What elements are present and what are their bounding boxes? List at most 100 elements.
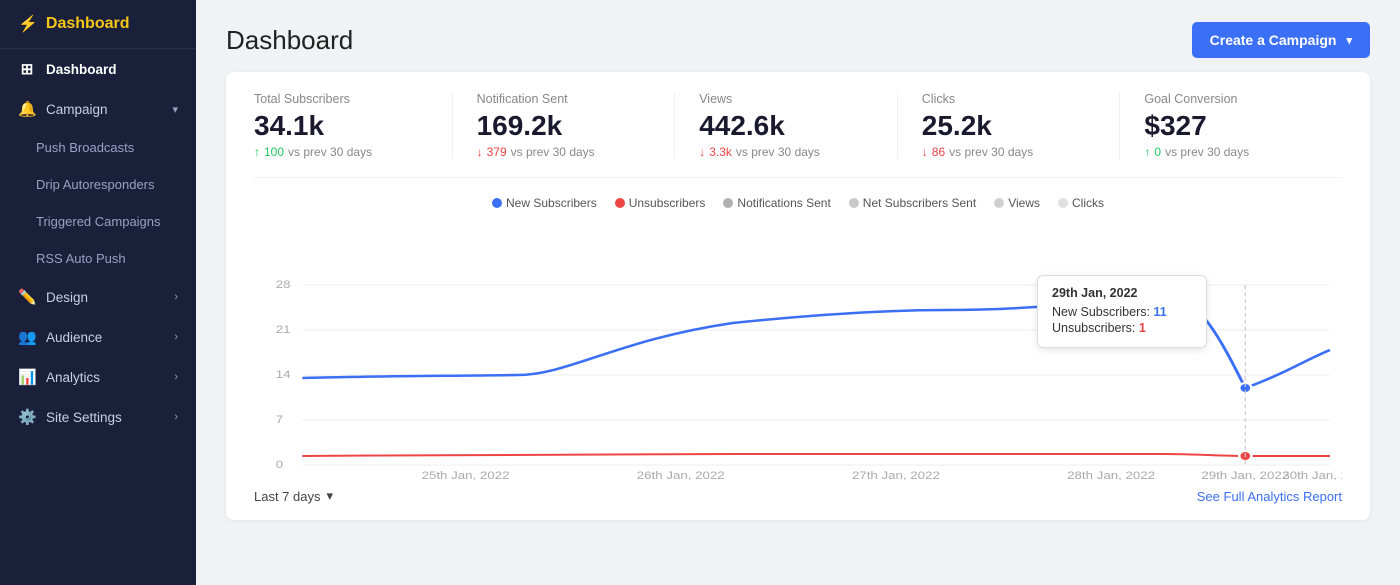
svg-text:0: 0 bbox=[276, 458, 284, 471]
stat-change: ↓ 379 vs prev 30 days bbox=[477, 145, 651, 159]
sidebar-item-triggered-campaigns[interactable]: Triggered Campaigns bbox=[0, 203, 196, 240]
legend-dot-gray3 bbox=[994, 198, 1004, 208]
stat-change: ↓ 3.3k vs prev 30 days bbox=[699, 145, 873, 159]
create-campaign-label: Create a Campaign bbox=[1210, 32, 1337, 48]
svg-text:21: 21 bbox=[276, 323, 291, 336]
stat-value: 169.2k bbox=[477, 110, 651, 142]
sidebar-logo[interactable]: ⚡ Dashboard bbox=[0, 0, 196, 49]
page-title: Dashboard bbox=[226, 25, 353, 56]
legend-views: Views bbox=[994, 196, 1040, 210]
stats-row: Total Subscribers 34.1k ↑ 100 vs prev 30… bbox=[254, 92, 1342, 178]
main-content: Dashboard Create a Campaign ▾ Total Subs… bbox=[196, 0, 1400, 585]
chevron-down-icon: ▾ bbox=[172, 103, 178, 116]
arrow-down-icon: ↓ bbox=[477, 145, 483, 159]
legend-label: Clicks bbox=[1072, 196, 1104, 210]
chevron-right-icon: › bbox=[174, 411, 178, 423]
stat-change-val: 100 bbox=[264, 145, 284, 159]
sidebar-item-label: Dashboard bbox=[46, 62, 117, 77]
arrow-up-icon: ↑ bbox=[254, 145, 260, 159]
date-range-label: Last 7 days bbox=[254, 489, 321, 504]
stat-change-val: 0 bbox=[1154, 145, 1161, 159]
svg-text:26th Jan, 2022: 26th Jan, 2022 bbox=[637, 469, 725, 480]
svg-text:30th Jan, 2022: 30th Jan, 2022 bbox=[1282, 469, 1342, 480]
arrow-down-icon: ↓ bbox=[922, 145, 928, 159]
stat-change-val: 3.3k bbox=[709, 145, 732, 159]
svg-text:28th Jan, 2022: 28th Jan, 2022 bbox=[1067, 469, 1155, 480]
legend-new-subscribers: New Subscribers bbox=[492, 196, 597, 210]
campaign-icon: 🔔 bbox=[18, 100, 36, 118]
legend-clicks: Clicks bbox=[1058, 196, 1104, 210]
analytics-icon: 📊 bbox=[18, 368, 36, 386]
chevron-right-icon: › bbox=[174, 331, 178, 343]
legend-dot-red bbox=[615, 198, 625, 208]
stat-value: $327 bbox=[1144, 110, 1318, 142]
see-analytics-label: See Full Analytics Report bbox=[1197, 489, 1342, 504]
chart-container: 0 7 14 21 28 bbox=[254, 220, 1342, 480]
legend-label: Unsubscribers bbox=[629, 196, 706, 210]
stat-clicks: Clicks 25.2k ↓ 86 vs prev 30 days bbox=[922, 92, 1121, 159]
chevron-down-icon: ▾ bbox=[1346, 34, 1352, 47]
svg-text:27th Jan, 2022: 27th Jan, 2022 bbox=[852, 469, 940, 480]
stat-change-text: vs prev 30 days bbox=[511, 145, 595, 159]
stat-notification-sent: Notification Sent 169.2k ↓ 379 vs prev 3… bbox=[477, 92, 676, 159]
stat-label: Total Subscribers bbox=[254, 92, 428, 106]
legend-dot-blue bbox=[492, 198, 502, 208]
legend-net-subscribers: Net Subscribers Sent bbox=[849, 196, 976, 210]
sidebar-item-campaign[interactable]: 🔔 Campaign ▾ bbox=[0, 89, 196, 129]
sidebar-item-push-broadcasts[interactable]: Push Broadcasts bbox=[0, 129, 196, 166]
svg-text:14: 14 bbox=[276, 368, 291, 381]
sidebar-item-site-settings[interactable]: ⚙️ Site Settings › bbox=[0, 397, 196, 437]
sidebar-item-analytics[interactable]: 📊 Analytics › bbox=[0, 357, 196, 397]
svg-text:25th Jan, 2022: 25th Jan, 2022 bbox=[422, 469, 510, 480]
create-campaign-button[interactable]: Create a Campaign ▾ bbox=[1192, 22, 1370, 58]
stat-change-text: vs prev 30 days bbox=[1165, 145, 1249, 159]
sidebar-item-audience[interactable]: 👥 Audience › bbox=[0, 317, 196, 357]
sidebar-item-label: Campaign bbox=[46, 102, 108, 117]
stat-views: Views 442.6k ↓ 3.3k vs prev 30 days bbox=[699, 92, 898, 159]
arrow-down-icon: ↓ bbox=[699, 145, 705, 159]
chart-svg: 0 7 14 21 28 bbox=[254, 220, 1342, 480]
stat-change: ↑ 100 vs prev 30 days bbox=[254, 145, 428, 159]
stat-change-text: vs prev 30 days bbox=[288, 145, 372, 159]
stat-change-val: 86 bbox=[932, 145, 945, 159]
see-full-analytics-button[interactable]: See Full Analytics Report bbox=[1197, 489, 1342, 504]
audience-icon: 👥 bbox=[18, 328, 36, 346]
legend-dot-gray2 bbox=[849, 198, 859, 208]
svg-text:7: 7 bbox=[276, 413, 284, 426]
stat-change: ↑ 0 vs prev 30 days bbox=[1144, 145, 1318, 159]
stat-change-val: 379 bbox=[487, 145, 507, 159]
stat-change-text: vs prev 30 days bbox=[736, 145, 820, 159]
sidebar-sub-label: Drip Autoresponders bbox=[36, 177, 155, 192]
sidebar-sub-label: Push Broadcasts bbox=[36, 140, 134, 155]
sidebar-item-drip-autoresponders[interactable]: Drip Autoresponders bbox=[0, 166, 196, 203]
stat-value: 25.2k bbox=[922, 110, 1096, 142]
chevron-right-icon: › bbox=[174, 371, 178, 383]
sidebar-item-label: Design bbox=[46, 290, 88, 305]
stat-change-text: vs prev 30 days bbox=[949, 145, 1033, 159]
dashboard-icon: ⊞ bbox=[18, 60, 36, 78]
settings-icon: ⚙️ bbox=[18, 408, 36, 426]
svg-text:29th Jan, 2022: 29th Jan, 2022 bbox=[1201, 469, 1289, 480]
main-header: Dashboard Create a Campaign ▾ bbox=[196, 0, 1400, 72]
sidebar-item-label: Analytics bbox=[46, 370, 100, 385]
sidebar-item-dashboard[interactable]: ⊞ Dashboard bbox=[0, 49, 196, 89]
sidebar-sub-label: Triggered Campaigns bbox=[36, 214, 161, 229]
stat-label: Notification Sent bbox=[477, 92, 651, 106]
sidebar-item-label: Audience bbox=[46, 330, 102, 345]
sidebar-item-label: Site Settings bbox=[46, 410, 122, 425]
stat-change: ↓ 86 vs prev 30 days bbox=[922, 145, 1096, 159]
sidebar: ⚡ Dashboard ⊞ Dashboard 🔔 Campaign ▾ Pus… bbox=[0, 0, 196, 585]
legend-label: Notifications Sent bbox=[737, 196, 830, 210]
arrow-up-icon: ↑ bbox=[1144, 145, 1150, 159]
legend-label: New Subscribers bbox=[506, 196, 597, 210]
legend-dot-gray4 bbox=[1058, 198, 1068, 208]
legend-unsubscribers: Unsubscribers bbox=[615, 196, 706, 210]
sidebar-item-rss-auto-push[interactable]: RSS Auto Push bbox=[0, 240, 196, 277]
legend-dot-gray1 bbox=[723, 198, 733, 208]
logo-label: Dashboard bbox=[46, 15, 130, 33]
date-range-button[interactable]: Last 7 days ▾ bbox=[254, 488, 333, 504]
sidebar-item-design[interactable]: ✏️ Design › bbox=[0, 277, 196, 317]
stat-label: Clicks bbox=[922, 92, 1096, 106]
design-icon: ✏️ bbox=[18, 288, 36, 306]
chart-legend: New Subscribers Unsubscribers Notificati… bbox=[254, 196, 1342, 210]
